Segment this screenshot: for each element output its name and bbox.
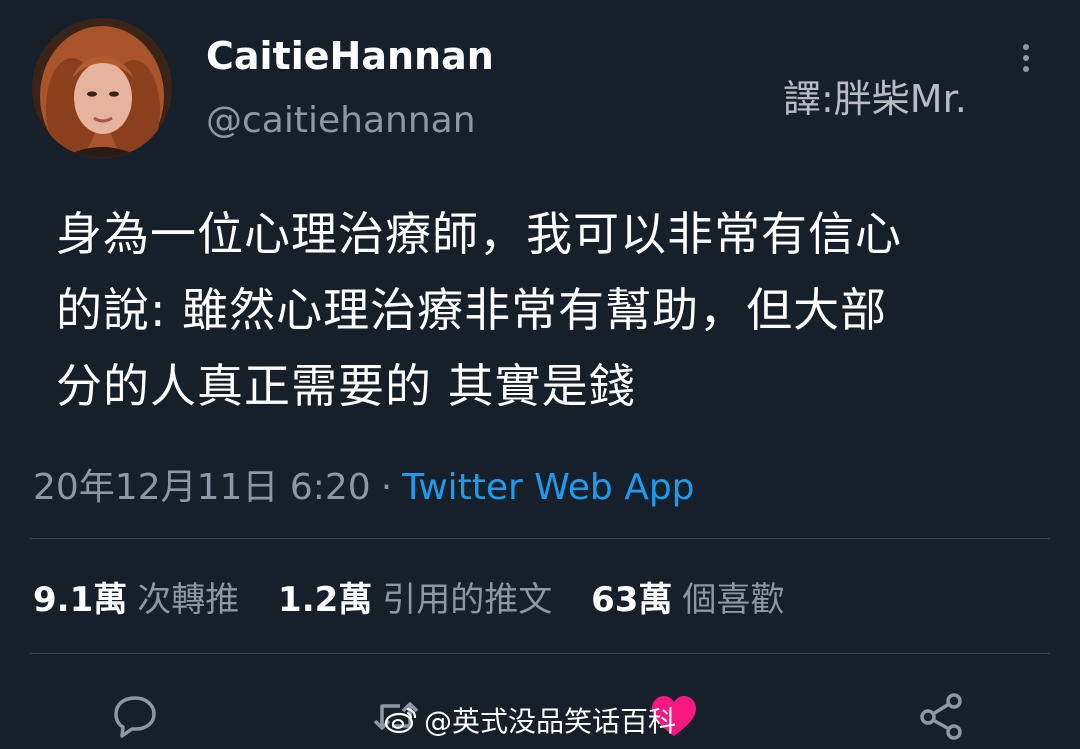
watermark-text: @英式没品笑话百科 bbox=[424, 705, 677, 738]
tweet-meta: 20年12月11日 6:20 · Twitter Web App bbox=[33, 458, 695, 510]
avatar-image bbox=[32, 18, 172, 158]
user-handle[interactable]: @caitiehannan bbox=[206, 100, 476, 141]
display-name[interactable]: CaitieHannan bbox=[206, 34, 494, 78]
tweet-line: 身為一位心理治療師，我可以非常有信心 bbox=[56, 207, 902, 261]
avatar[interactable] bbox=[32, 18, 172, 158]
tweet-text: 身為一位心理治療師，我可以非常有信心 的說: 雖然心理治療非常有幫助，但大部 分… bbox=[56, 196, 1056, 424]
retweets-stat[interactable]: 9.1萬 次轉推 bbox=[33, 572, 239, 621]
quotes-label: 引用的推文 bbox=[382, 580, 553, 620]
divider bbox=[30, 653, 1050, 654]
tweet-source-link[interactable]: Twitter Web App bbox=[402, 467, 694, 508]
likes-stat[interactable]: 63萬 個喜歡 bbox=[591, 572, 784, 621]
tweet-line: 的說: 雖然心理治療非常有幫助，但大部 bbox=[56, 283, 888, 337]
quotes-count: 1.2萬 bbox=[278, 580, 373, 620]
divider bbox=[30, 538, 1050, 539]
share-icon bbox=[920, 693, 962, 740]
weibo-logo-icon bbox=[384, 707, 417, 734]
tweet-timestamp[interactable]: 20年12月11日 6:20 bbox=[33, 467, 371, 508]
reply-icon bbox=[114, 696, 156, 738]
likes-label: 個喜歡 bbox=[682, 580, 785, 620]
retweets-label: 次轉推 bbox=[137, 580, 240, 620]
likes-count: 63萬 bbox=[591, 580, 673, 620]
tweet-stats: 9.1萬 次轉推 1.2萬 引用的推文 63萬 個喜歡 bbox=[33, 572, 812, 621]
weibo-watermark: @英式没品笑话百科 bbox=[384, 700, 676, 740]
quotes-stat[interactable]: 1.2萬 引用的推文 bbox=[278, 572, 552, 621]
retweets-count: 9.1萬 bbox=[33, 580, 128, 620]
translator-credit: 譯:胖柴Mr. bbox=[783, 77, 967, 121]
share-button[interactable] bbox=[916, 690, 968, 742]
more-options-icon[interactable] bbox=[1018, 44, 1034, 80]
tweet-line: 分的人真正需要的 其實是錢 bbox=[56, 359, 636, 413]
meta-separator: · bbox=[380, 467, 393, 508]
reply-button[interactable] bbox=[108, 690, 160, 742]
